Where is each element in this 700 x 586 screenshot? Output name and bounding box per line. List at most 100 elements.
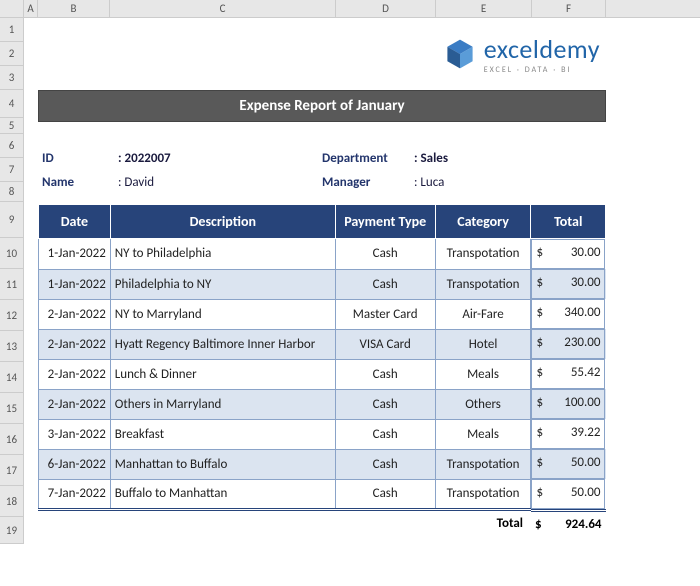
- row-header[interactable]: 16: [0, 424, 23, 455]
- row-header[interactable]: 3: [0, 66, 23, 90]
- cell-category[interactable]: Hotel: [435, 329, 531, 359]
- row-header[interactable]: 5: [0, 118, 23, 134]
- col-header-C[interactable]: C: [110, 0, 336, 17]
- row-header[interactable]: 10: [0, 238, 23, 269]
- col-header-D[interactable]: D: [336, 0, 436, 17]
- dept-label: Department: [322, 151, 414, 166]
- table-header-row: Date Description Payment Type Category T…: [39, 205, 606, 239]
- cell-desc[interactable]: Others in Marryland: [110, 389, 335, 419]
- cell-category[interactable]: Others: [435, 389, 531, 419]
- name-value: : David: [118, 175, 154, 190]
- row-header[interactable]: 15: [0, 393, 23, 424]
- cell-desc[interactable]: Lunch & Dinner: [110, 359, 335, 389]
- grid-content[interactable]: exceldemy EXCEL · DATA · BI Expense Repo…: [24, 18, 700, 544]
- table-row[interactable]: 7-Jan-2022Buffalo to ManhattanCashTransp…: [39, 479, 606, 509]
- cell-desc[interactable]: NY to Marryland: [110, 299, 335, 329]
- row-header[interactable]: 7: [0, 158, 23, 182]
- row-header[interactable]: 1: [0, 18, 23, 42]
- table-row[interactable]: 1-Jan-2022Philadelphia to NYCashTranspot…: [39, 269, 606, 299]
- row-header[interactable]: 2: [0, 42, 23, 66]
- cell-amount[interactable]: $50.00: [531, 449, 605, 479]
- cell-amount[interactable]: $100.00: [531, 389, 605, 419]
- cell-payment[interactable]: Cash: [335, 389, 435, 419]
- column-headers: A B C D E F: [0, 0, 700, 18]
- table-row[interactable]: 2-Jan-2022Others in MarrylandCashOthers$…: [39, 389, 606, 419]
- row-header[interactable]: 8: [0, 182, 23, 202]
- table-row[interactable]: 2-Jan-2022NY to MarrylandMaster CardAir-…: [39, 299, 606, 329]
- row-header[interactable]: 14: [0, 362, 23, 393]
- cell-amount[interactable]: $30.00: [531, 269, 605, 299]
- cell-date[interactable]: 1-Jan-2022: [39, 269, 111, 299]
- th-desc: Description: [110, 205, 335, 239]
- cell-category[interactable]: Air-Fare: [435, 299, 531, 329]
- cell-payment[interactable]: VISA Card: [335, 329, 435, 359]
- cell-amount[interactable]: $55.42: [531, 359, 605, 389]
- table-row[interactable]: 6-Jan-2022Manhattan to BuffaloCashTransp…: [39, 449, 606, 479]
- cell-category[interactable]: Meals: [435, 419, 531, 449]
- cell-payment[interactable]: Cash: [335, 419, 435, 449]
- cell-desc[interactable]: Manhattan to Buffalo: [110, 449, 335, 479]
- logo-area: exceldemy EXCEL · DATA · BI: [38, 18, 606, 90]
- cell-payment[interactable]: Cash: [335, 449, 435, 479]
- row-header[interactable]: 11: [0, 269, 23, 300]
- cell-desc[interactable]: Buffalo to Manhattan: [110, 479, 335, 509]
- cell-payment[interactable]: Cash: [335, 239, 435, 270]
- th-total: Total: [531, 205, 606, 239]
- cell-category[interactable]: Meals: [435, 359, 531, 389]
- cell-date[interactable]: 2-Jan-2022: [39, 389, 111, 419]
- cell-amount[interactable]: $30.00: [531, 239, 605, 269]
- col-header-B[interactable]: B: [38, 0, 110, 17]
- cell-category[interactable]: Transpotation: [435, 269, 531, 299]
- cell-payment[interactable]: Cash: [335, 479, 435, 509]
- cell-desc[interactable]: Philadelphia to NY: [110, 269, 335, 299]
- cell-payment[interactable]: Cash: [335, 269, 435, 299]
- name-label: Name: [42, 175, 118, 190]
- cell-desc[interactable]: Hyatt Regency Baltimore Inner Harbor: [110, 329, 335, 359]
- cell-category[interactable]: Transpotation: [435, 449, 531, 479]
- row-header[interactable]: 12: [0, 300, 23, 331]
- id-value: : 2022007: [118, 151, 171, 166]
- row-header[interactable]: 9: [0, 202, 23, 238]
- th-date: Date: [39, 205, 111, 239]
- col-header-E[interactable]: E: [436, 0, 532, 17]
- cell-date[interactable]: 2-Jan-2022: [39, 329, 111, 359]
- row-header[interactable]: 6: [0, 134, 23, 158]
- th-pay: Payment Type: [335, 205, 435, 239]
- table-row[interactable]: 2-Jan-2022Lunch & DinnerCashMeals$55.42: [39, 359, 606, 389]
- mgr-value: : Luca: [414, 175, 444, 190]
- cell-amount[interactable]: $340.00: [531, 299, 605, 329]
- cell-date[interactable]: 6-Jan-2022: [39, 449, 111, 479]
- col-header-F[interactable]: F: [532, 0, 606, 17]
- cell-amount[interactable]: $39.22: [531, 419, 605, 449]
- row-headers: 1 2 3 4 5 6 7 8 9 10 11 12 13 14 15 16 1…: [0, 18, 24, 544]
- select-all-corner[interactable]: [0, 0, 24, 17]
- cell-desc[interactable]: NY to Philadelphia: [110, 239, 335, 270]
- total-label: Total: [39, 509, 531, 537]
- cell-date[interactable]: 7-Jan-2022: [39, 479, 111, 509]
- mgr-label: Manager: [322, 175, 414, 190]
- row-header[interactable]: 17: [0, 455, 23, 486]
- table-row[interactable]: 1-Jan-2022NY to PhiladelphiaCashTranspot…: [39, 239, 606, 270]
- row-header[interactable]: 19: [0, 517, 23, 544]
- cell-date[interactable]: 1-Jan-2022: [39, 239, 111, 270]
- cell-amount[interactable]: $230.00: [531, 329, 605, 359]
- row-header[interactable]: 4: [0, 90, 23, 118]
- cell-date[interactable]: 2-Jan-2022: [39, 359, 111, 389]
- cell-category[interactable]: Transpotation: [435, 479, 531, 509]
- table-row[interactable]: 2-Jan-2022Hyatt Regency Baltimore Inner …: [39, 329, 606, 359]
- cell-category[interactable]: Transpotation: [435, 239, 531, 270]
- col-header-A[interactable]: A: [24, 0, 38, 17]
- cell-payment[interactable]: Cash: [335, 359, 435, 389]
- info-section: ID : 2022007 Name : David Department : S…: [38, 138, 606, 204]
- cell-payment[interactable]: Master Card: [335, 299, 435, 329]
- cell-date[interactable]: 2-Jan-2022: [39, 299, 111, 329]
- spreadsheet-view: A B C D E F 1 2 3 4 5 6 7 8 9 10 11 12 1…: [0, 0, 700, 544]
- cell-amount[interactable]: $50.00: [531, 479, 605, 509]
- logo-tagline: EXCEL · DATA · BI: [484, 65, 600, 75]
- table-row[interactable]: 3-Jan-2022BreakfastCashMeals$39.22: [39, 419, 606, 449]
- cell-desc[interactable]: Breakfast: [110, 419, 335, 449]
- logo-brand: exceldemy: [484, 33, 600, 65]
- row-header[interactable]: 18: [0, 486, 23, 517]
- row-header[interactable]: 13: [0, 331, 23, 362]
- cell-date[interactable]: 3-Jan-2022: [39, 419, 111, 449]
